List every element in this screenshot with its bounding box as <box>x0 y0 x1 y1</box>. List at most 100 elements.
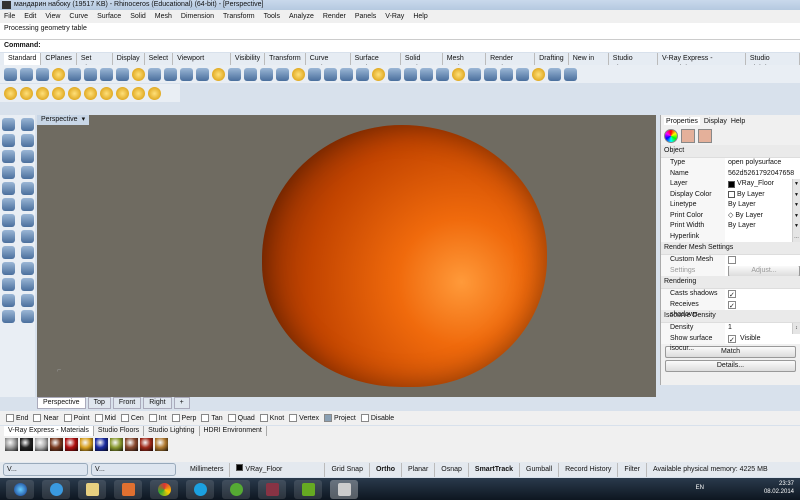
vray-tool-icon[interactable] <box>116 86 129 100</box>
chevron-down-icon[interactable]: ▼ <box>792 200 800 211</box>
material-swatch[interactable] <box>155 438 168 451</box>
osnap-vertex[interactable]: Vertex <box>289 414 319 422</box>
vray-tool-icon[interactable] <box>68 86 81 100</box>
left-tool-icon[interactable] <box>2 150 15 163</box>
tab-surface-tools[interactable]: Surface Tools <box>351 53 401 72</box>
osnap-near[interactable]: Near <box>33 414 59 422</box>
toolbar-tool-icon[interactable] <box>372 67 385 81</box>
osnap-checkbox[interactable] <box>63 414 72 422</box>
density-input[interactable]: 1 <box>728 323 790 334</box>
viewport-tab-top[interactable]: Top <box>87 397 111 409</box>
chrome-taskbar-button[interactable] <box>150 479 178 499</box>
toolbar-tool-icon[interactable] <box>148 67 161 81</box>
menu-dimension[interactable]: Dimension <box>181 10 214 23</box>
menu-panels[interactable]: Panels <box>355 10 376 23</box>
tab-studio-floors[interactable]: Studio Floors <box>609 53 658 72</box>
left-tool-icon[interactable] <box>21 150 34 163</box>
viewport-label[interactable]: Perspective ▾ <box>37 115 90 125</box>
spinner-icon[interactable]: ↕ <box>792 323 800 334</box>
left-tool-icon[interactable] <box>2 294 15 307</box>
tab-studio-lighting[interactable]: Studio Lighting <box>746 53 800 72</box>
explorer-taskbar-button[interactable] <box>78 479 106 499</box>
material-swatch[interactable] <box>80 438 93 451</box>
toolbar-tool-icon[interactable] <box>260 67 273 81</box>
tab-select[interactable]: Select <box>145 53 174 65</box>
left-tool-icon[interactable] <box>2 118 15 131</box>
language-indicator[interactable]: EN <box>696 485 704 491</box>
toolbar-tool-icon[interactable] <box>228 67 241 81</box>
osnap-checkbox[interactable] <box>360 414 369 422</box>
tab-visibility[interactable]: Visibility <box>231 53 266 65</box>
toolbar-tool-icon[interactable] <box>484 67 497 81</box>
osnap-checkbox[interactable] <box>324 414 333 422</box>
left-tool-icon[interactable] <box>2 278 15 291</box>
chevron-down-icon[interactable]: ▼ <box>792 179 800 190</box>
vray-tool-icon[interactable] <box>36 86 49 100</box>
ortho-toggle[interactable]: Ortho <box>370 462 403 477</box>
osnap-toggle[interactable]: Osnap <box>435 462 469 477</box>
left-tool-icon[interactable] <box>21 214 34 227</box>
viewport-tab-front[interactable]: Front <box>112 397 142 409</box>
start-button[interactable] <box>6 479 34 499</box>
menu-help[interactable]: Help <box>413 10 427 23</box>
left-tool-icon[interactable] <box>2 230 15 243</box>
menu-view[interactable]: View <box>45 10 60 23</box>
visible-checkbox[interactable]: ✓ <box>728 334 736 344</box>
toolbar-tool-icon[interactable] <box>100 67 113 81</box>
material-swatch[interactable] <box>20 438 33 451</box>
toolbar-tool-icon[interactable] <box>196 67 209 81</box>
osnap-checkbox[interactable] <box>6 414 14 422</box>
texture-mapping-icon[interactable] <box>698 129 712 143</box>
toolbar-tool-icon[interactable] <box>468 67 481 81</box>
left-tool-icon[interactable] <box>21 230 34 243</box>
property-value[interactable]: … <box>725 231 800 242</box>
smarttrack-toggle[interactable]: SmartTrack <box>469 462 521 477</box>
vray-tool-icon[interactable] <box>148 86 161 100</box>
osnap-knot[interactable]: Knot <box>259 414 284 422</box>
chevron-down-icon[interactable]: ▼ <box>792 221 800 232</box>
command-line[interactable]: Command: <box>0 40 800 52</box>
tab-new-in-v5[interactable]: New in V5 <box>569 53 609 72</box>
minimized-window-2[interactable]: V... <box>91 463 176 476</box>
material-swatch[interactable] <box>65 438 78 451</box>
toolbar-tool-icon[interactable] <box>500 67 513 81</box>
toolbar-tool-icon[interactable] <box>436 67 449 81</box>
toolbar-tool-icon[interactable] <box>164 67 177 81</box>
toolbar-tool-icon[interactable] <box>180 67 193 81</box>
object-properties-icon[interactable] <box>664 129 678 143</box>
vray-tool-icon[interactable] <box>84 86 97 100</box>
osnap-checkbox[interactable] <box>94 414 103 422</box>
toolbar-tool-icon[interactable] <box>52 67 65 81</box>
current-layer[interactable]: VRay_Floor <box>230 462 326 477</box>
toolbar-tool-icon[interactable] <box>532 67 545 81</box>
units[interactable]: Millimeters <box>184 462 231 477</box>
left-tool-icon[interactable] <box>21 262 34 275</box>
osnap-disable[interactable]: Disable <box>360 414 394 422</box>
chevron-down-icon[interactable]: ▼ <box>792 189 800 200</box>
tab-curve-tools[interactable]: Curve Tools <box>306 53 351 72</box>
left-tool-icon[interactable] <box>21 294 34 307</box>
adjust-button[interactable]: Adjust... <box>728 265 800 276</box>
utorrent-taskbar-button[interactable] <box>222 479 250 499</box>
toolbar-tool-icon[interactable] <box>564 67 577 81</box>
property-value[interactable]: By Layer ▼ <box>725 221 800 232</box>
tab-standard[interactable]: Standard <box>4 53 42 65</box>
minimized-window-1[interactable]: V... <box>3 463 88 476</box>
tab-v-ray-express-materials[interactable]: V-Ray Express - Materials <box>658 53 746 72</box>
filter-toggle[interactable]: Filter <box>618 462 647 477</box>
menu-tools[interactable]: Tools <box>264 10 280 23</box>
left-tool-icon[interactable] <box>2 246 15 259</box>
tab-drafting[interactable]: Drafting <box>535 53 569 65</box>
media-taskbar-button[interactable] <box>114 479 142 499</box>
material-swatch[interactable] <box>35 438 48 451</box>
viewport-tab-right[interactable]: Right <box>143 397 172 409</box>
receives-shadows-checkbox[interactable]: ✓ <box>728 300 736 310</box>
left-tool-icon[interactable] <box>2 182 15 195</box>
osnap-mid[interactable]: Mid <box>94 414 116 422</box>
left-tool-icon[interactable] <box>2 262 15 275</box>
chevron-down-icon[interactable]: ▼ <box>792 210 800 221</box>
skype-taskbar-button[interactable] <box>186 479 214 499</box>
property-value[interactable]: By Layer ▼ <box>725 200 800 211</box>
osnap-quad[interactable]: Quad <box>227 414 255 422</box>
toolbar-tool-icon[interactable] <box>132 67 145 81</box>
